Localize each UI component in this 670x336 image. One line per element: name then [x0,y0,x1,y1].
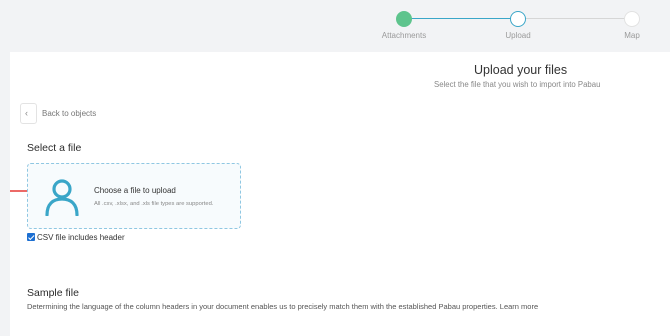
back-button[interactable]: ‹ [20,103,37,124]
file-dropzone[interactable]: Choose a file to upload All .csv, .xlsx,… [27,163,241,229]
stepper-line-pending [518,18,632,19]
step-upload-label: Upload [505,31,531,40]
csv-header-checkbox[interactable] [27,233,35,241]
sample-file-description: Determining the language of the column h… [27,302,539,311]
step-attachments-dot[interactable] [396,11,412,27]
dropzone-subtitle: All .csv, .xlsx, and .xls file types are… [94,201,214,207]
step-map-dot [624,11,640,27]
step-upload-dot [510,11,526,27]
step-map-label: Map [624,31,640,40]
step-attachments-label: Attachments [381,31,427,40]
stepper-line-completed [404,18,518,19]
dropzone-title: Choose a file to upload [94,186,176,195]
back-to-objects-link[interactable]: Back to objects [42,109,96,118]
progress-stepper: Attachments Upload Map [0,0,670,52]
select-file-heading: Select a file [27,142,82,154]
page-title: Upload your files [474,63,568,77]
chevron-left-icon: ‹ [25,108,28,118]
user-icon [45,179,79,216]
sample-file-heading: Sample file [27,287,79,299]
page-subtitle: Select the file that you wish to import … [434,80,601,89]
csv-header-label[interactable]: CSV file includes header [37,233,125,242]
